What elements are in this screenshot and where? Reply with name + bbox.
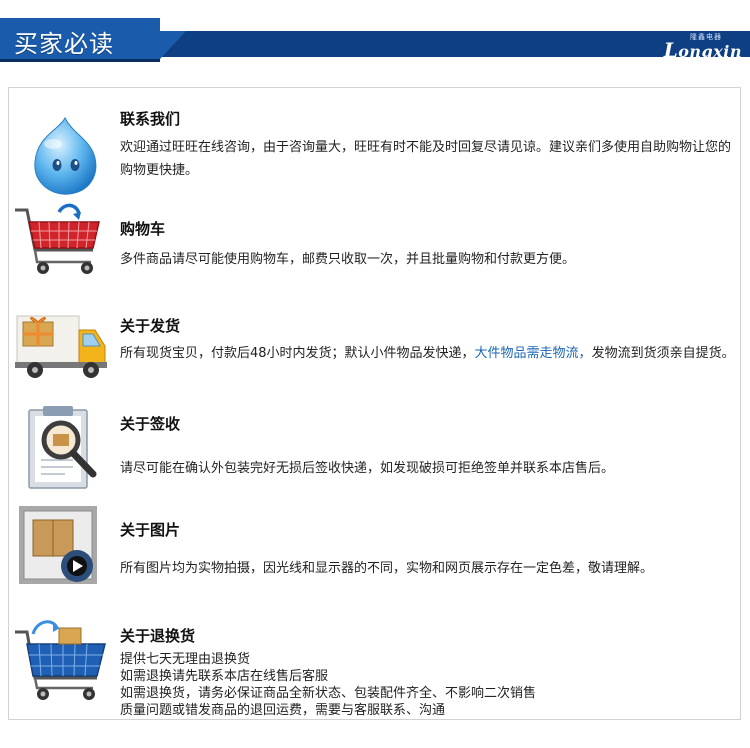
sign-inspect-icon [13, 404, 109, 494]
notice-panel: 联系我们 欢迎通过旺旺在线咨询，由于咨询量大，旺旺有时不能及时回复尽请见谅。建议… [8, 87, 741, 720]
section-title: 购物车 [120, 220, 166, 238]
return-cart-icon [13, 614, 109, 704]
section-text: 所有图片均为实物拍摄，因光线和显示器的不同，实物和网页展示存在一定色差，敬请理解… [120, 561, 654, 576]
return-line: 如需退换货，请务必保证商品全新状态、包装配件齐全、不影响二次销售 [120, 686, 537, 701]
section-title: 关于退换货 [120, 627, 196, 645]
return-line: 质量问题或错发商品的退回运费，需要与客服联系、沟通 [120, 703, 446, 718]
section-text: 所有现货宝贝，付款后48小时内发货；默认小件物品发快递，大件物品需走物流，发物流… [120, 346, 735, 361]
highlight-text: 大件物品需走物流， [474, 346, 592, 361]
wangwang-chat-icon [13, 110, 109, 200]
section-text: 欢迎通过旺旺在线咨询，由于咨询量大，旺旺有时不能及时回复尽请见谅。建议亲们多使用… [120, 140, 732, 178]
delivery-truck-icon [13, 306, 109, 396]
page-title: 买家必读 [14, 30, 114, 58]
brand-name: Longxin [663, 38, 742, 62]
photo-frame-icon [13, 504, 109, 594]
section-text: 多件商品请尽可能使用购物车，邮费只收取一次，并且批量购物和付款更方便。 [120, 252, 576, 267]
header-banner: 买家必读 隆鑫电器 Longxin [0, 18, 750, 62]
banner-tab: 买家必读 [0, 18, 186, 62]
section-text: 请尽可能在确认外包装完好无损后签收快递，如发现破损可拒绝签单并联系本店售后。 [120, 461, 615, 476]
return-line: 如需退换请先联系本店在线售后客服 [120, 669, 329, 684]
section-title: 关于发货 [120, 317, 181, 335]
return-line: 提供七天无理由退换货 [120, 652, 251, 667]
section-title: 关于签收 [120, 415, 181, 433]
section-title: 联系我们 [120, 110, 181, 128]
section-title: 关于图片 [120, 521, 181, 539]
section-lines: 提供七天无理由退换货 如需退换请先联系本店在线售后客服 如需退换货，请务必保证商… [120, 651, 735, 719]
brand-logo: 隆鑫电器 Longxin [652, 32, 742, 62]
shopping-cart-icon [13, 200, 109, 290]
